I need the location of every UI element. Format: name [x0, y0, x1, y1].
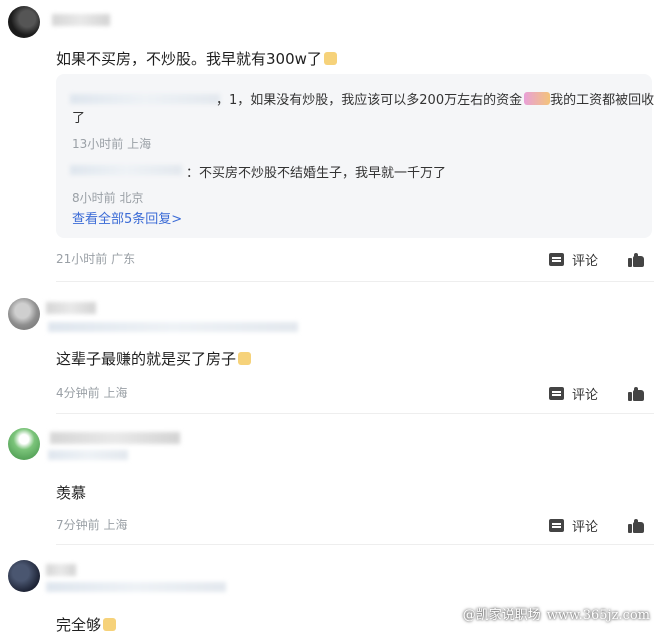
user-subtitle-blurred	[46, 582, 226, 592]
user-subtitle-blurred	[48, 322, 298, 332]
username-blurred[interactable]	[52, 14, 110, 26]
comment-item: 羡慕 7分钟前 上海 评论	[0, 420, 654, 540]
view-all-replies-link[interactable]: 查看全部5条回复>	[72, 208, 182, 227]
emoji-icon	[238, 352, 252, 365]
comment-button[interactable]: 评论	[548, 250, 598, 269]
comment-button[interactable]: 评论	[548, 384, 598, 403]
comment-text: 完全够	[56, 614, 117, 635]
reply-text: ，1，如果没有炒股，我应该可以多200万左右的资金 我的工资都被回收	[216, 92, 654, 108]
like-icon[interactable]	[628, 252, 644, 267]
comment-actions: 评论	[548, 250, 644, 269]
comment-button-label: 评论	[571, 254, 598, 269]
comment-text: 如果不买房，不炒股。我早就有300w了	[56, 48, 337, 69]
comment-text: 这辈子最赚的就是买了房子	[56, 348, 252, 369]
avatar[interactable]	[8, 298, 40, 330]
divider	[56, 413, 654, 414]
avatar[interactable]	[8, 6, 40, 38]
reply-username-blurred[interactable]	[70, 165, 182, 175]
comment-item: 如果不买房，不炒股。我早就有300w了 ，1，如果没有炒股，我应该可以多200万…	[0, 0, 654, 280]
avatar[interactable]	[8, 560, 40, 592]
divider	[56, 281, 654, 282]
like-icon[interactable]	[628, 386, 644, 401]
divider	[56, 544, 654, 545]
reply-box: ，1，如果没有炒股，我应该可以多200万左右的资金 我的工资都被回收 了 13小时…	[56, 74, 654, 238]
reply-text: ：不买房不炒股不结婚生子，我早就一千万了	[186, 166, 447, 181]
comment-button[interactable]: 评论	[548, 516, 598, 535]
comment-actions: 评论	[548, 384, 644, 403]
comment-meta: 4分钟前 上海	[56, 386, 128, 400]
comment-meta: 21小时前 广东	[56, 252, 136, 266]
reply-text-line2: 了	[72, 111, 86, 126]
comment-text: 羡慕	[56, 484, 87, 502]
comment-actions: 评论	[548, 516, 644, 535]
comment-icon	[548, 253, 564, 266]
comment-item: 这辈子最赚的就是买了房子 4分钟前 上海 评论	[0, 290, 654, 410]
username-blurred[interactable]	[46, 564, 76, 576]
comment-icon	[548, 387, 564, 400]
username-blurred[interactable]	[50, 432, 180, 444]
emoji-icon	[524, 92, 551, 105]
comment-button-label: 评论	[571, 388, 598, 403]
like-icon[interactable]	[628, 518, 644, 533]
emoji-icon	[103, 618, 117, 631]
comment-button-label: 评论	[571, 520, 598, 535]
avatar[interactable]	[8, 428, 40, 460]
reply-username-blurred[interactable]	[70, 94, 220, 104]
reply-meta: 13小时前 上海	[72, 137, 152, 151]
emoji-icon	[323, 52, 337, 65]
comment-icon	[548, 519, 564, 532]
comment-meta: 7分钟前 上海	[56, 518, 128, 532]
user-subtitle-blurred	[48, 450, 128, 460]
reply-meta: 8小时前 北京	[72, 191, 144, 205]
watermark: @凯家说职场 www.365jz.com	[462, 608, 650, 623]
username-blurred[interactable]	[46, 302, 96, 314]
